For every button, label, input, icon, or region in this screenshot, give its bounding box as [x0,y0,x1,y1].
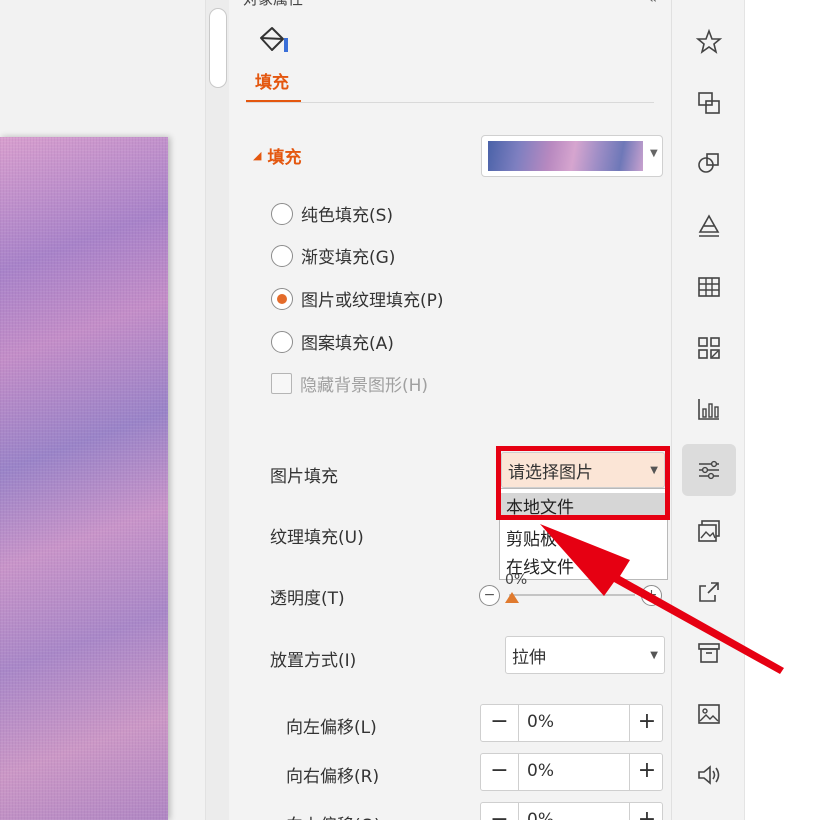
convert-icon[interactable] [682,77,736,129]
radio-label: 图案填充(A) [301,334,394,354]
tab-fill[interactable]: 填充 [255,68,289,93]
object-properties-panel: 对象属性 « 填充 ◢ 填充 ▼ 纯色填充(S) 渐变填充(G) 图片或纹理填充… [229,0,672,820]
right-tool-rail [672,0,745,820]
radio-gradient-fill[interactable]: 渐变填充(G) [271,243,395,268]
canvas-scrollbar[interactable] [205,0,229,820]
menu-item-clipboard[interactable]: 剪贴板 [506,525,557,550]
offset-right-label: 向右偏移(R) [286,767,380,787]
minus-icon[interactable]: − [481,754,519,790]
collapse-triangle-icon: ◢ [253,149,262,162]
slide-canvas [0,0,205,820]
placement-select[interactable]: 拉伸 ▼ [505,636,665,674]
plus-icon[interactable]: + [629,705,664,741]
fill-preview-dropdown[interactable]: ▼ [481,135,663,177]
radio-button[interactable] [271,244,293,267]
transparency-decrease-button[interactable]: − [479,585,500,606]
radio-button[interactable] [271,287,293,310]
offset-left-stepper[interactable]: − 0% + [480,704,663,742]
radio-label: 渐变填充(G) [301,248,396,268]
layout-grid-icon[interactable] [682,322,736,374]
annotation-highlight-box [496,446,670,520]
plus-icon[interactable]: + [629,754,664,790]
audio-icon[interactable] [682,749,736,801]
placement-value: 拉伸 [512,647,546,668]
slide-thumbnail[interactable] [0,137,168,820]
transparency-slider-track[interactable] [509,594,635,596]
chart-icon[interactable] [682,383,736,435]
offset-top-value[interactable]: 0% [527,810,554,820]
chevron-down-icon: ▼ [650,649,658,661]
offset-right-value[interactable]: 0% [527,761,554,781]
table-icon[interactable] [682,261,736,313]
minus-icon[interactable]: − [481,705,519,741]
properties-icon[interactable] [682,444,736,496]
plus-icon[interactable]: + [629,803,664,820]
archive-icon[interactable] [682,627,736,679]
offset-left-value[interactable]: 0% [527,712,554,732]
chevron-down-icon: ▼ [650,148,658,159]
fill-preview-swatch [488,141,643,171]
transparency-value: 0% [505,572,528,588]
checkbox[interactable] [271,373,292,394]
fill-section-toggle[interactable]: ◢ 填充 [253,143,301,168]
picture-frame-icon[interactable] [682,505,736,557]
panel-title: 对象属性 [243,0,303,9]
placement-label: 放置方式(I) [270,651,357,671]
minus-icon[interactable]: − [481,803,519,820]
image-icon[interactable] [682,688,736,740]
text-fill-icon[interactable] [682,200,736,252]
shapes-icon[interactable] [682,137,736,189]
offset-left-label: 向左偏移(L) [286,718,377,738]
radio-label: 纯色填充(S) [301,206,394,226]
picture-fill-label: 图片填充 [270,467,338,487]
fill-section-title: 填充 [267,148,302,168]
share-icon[interactable] [682,566,736,618]
radio-solid-fill[interactable]: 纯色填充(S) [271,201,393,226]
texture-fill-label: 纹理填充(U) [270,528,364,548]
fill-bucket-icon[interactable] [257,24,291,58]
offset-top-stepper[interactable]: − 0% + [480,802,663,820]
transparency-label: 透明度(T) [270,589,345,609]
checkbox-label: 隐藏背景图形(H) [300,376,429,396]
scrollbar-thumb[interactable] [209,8,227,88]
tab-divider [246,102,654,103]
radio-picture-texture-fill[interactable]: 图片或纹理填充(P) [271,286,444,311]
transparency-increase-button[interactable]: + [641,585,662,606]
offset-top-label: 向上偏移(O) [286,811,381,820]
radio-button[interactable] [271,202,293,225]
collapse-panel-button[interactable]: « [648,0,657,7]
offset-right-stepper[interactable]: − 0% + [480,753,663,791]
star-shapes-icon[interactable] [682,16,736,68]
radio-label: 图片或纹理填充(P) [301,291,444,311]
radio-button[interactable] [271,330,293,353]
transparency-slider-thumb[interactable] [505,592,519,603]
radio-pattern-fill[interactable]: 图案填充(A) [271,329,394,354]
checkbox-hide-background[interactable]: 隐藏背景图形(H) [271,371,428,396]
